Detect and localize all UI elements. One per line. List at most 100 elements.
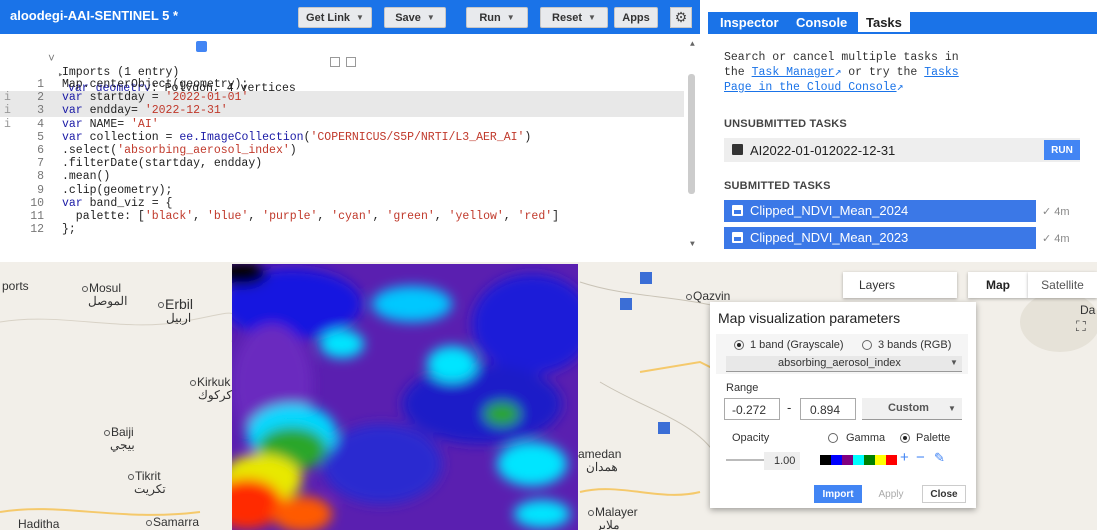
three-bands-radio[interactable] bbox=[862, 340, 872, 350]
city-name: Erbil bbox=[165, 296, 194, 312]
submitted-task-row[interactable]: Clipped_NDVI_Mean_2024 bbox=[724, 200, 1036, 222]
tasks-page-link-1[interactable]: Tasks bbox=[924, 66, 959, 79]
opacity-slider-value-box[interactable]: 1.00 bbox=[764, 452, 800, 470]
fullscreen-icon[interactable]: ⛶ bbox=[1076, 318, 1086, 335]
palette-color-swatch[interactable] bbox=[886, 455, 897, 465]
code-line[interactable]: 10 var band_viz = { bbox=[0, 197, 684, 210]
close-button[interactable]: Close bbox=[922, 485, 966, 503]
submitted-task-name: Clipped_NDVI_Mean_2024 bbox=[750, 203, 909, 218]
city-name-ar: بيجي bbox=[110, 438, 135, 452]
city-name: amedan bbox=[578, 447, 622, 461]
code-line[interactable]: 3 var endday= '2022-12-31' i bbox=[0, 104, 684, 118]
intro-text-1: Search or cancel multiple tasks in bbox=[724, 51, 959, 64]
code-line[interactable]: 7 .filterDate(startday, endday) bbox=[0, 157, 684, 170]
city-name: Malayer bbox=[595, 505, 638, 519]
get-link-label: Get Link bbox=[306, 11, 351, 24]
layers-button[interactable]: Layers bbox=[843, 272, 957, 298]
palette-color-swatch[interactable] bbox=[875, 455, 886, 465]
city-name: Samarra bbox=[153, 515, 200, 529]
gamma-radio[interactable] bbox=[828, 433, 838, 443]
reset-import-icon[interactable] bbox=[330, 57, 340, 67]
scroll-down-icon[interactable]: ▼ bbox=[690, 240, 695, 249]
dialog-title: Map visualization parameters bbox=[718, 310, 901, 326]
chevron-down-icon[interactable]: ▼ bbox=[356, 13, 364, 22]
opacity-slider-track[interactable] bbox=[726, 459, 766, 461]
chevron-down-icon[interactable]: ▼ bbox=[427, 13, 435, 22]
code-line[interactable]: 1 Map.centerObject(geometry); bbox=[0, 78, 684, 91]
code-text: palette: ['black', 'blue', 'purple', 'cy… bbox=[62, 210, 560, 223]
palette-swatches[interactable] bbox=[820, 455, 897, 465]
remove-color-icon[interactable]: − bbox=[916, 449, 925, 466]
task-time: ✓ 4m bbox=[1042, 205, 1070, 218]
delete-import-icon[interactable] bbox=[346, 57, 356, 67]
opacity-value: 1.00 bbox=[774, 455, 796, 467]
run-label: Run bbox=[479, 11, 501, 24]
submitted-task-name: Clipped_NDVI_Mean_2023 bbox=[750, 230, 909, 245]
tasks-page-link-2[interactable]: Page in the Cloud Console bbox=[724, 81, 897, 94]
code-line[interactable]: 8 .mean() bbox=[0, 170, 684, 183]
chevron-down-icon[interactable]: ▼ bbox=[507, 13, 515, 22]
save-button[interactable]: Save ▼ bbox=[384, 7, 446, 28]
reset-label: Reset bbox=[552, 11, 583, 24]
band-select[interactable]: absorbing_aerosol_index ▼ bbox=[726, 356, 962, 372]
task-manager-link[interactable]: Task Manager bbox=[752, 66, 835, 79]
map-type-map-button[interactable]: Map bbox=[968, 272, 1028, 298]
add-color-icon[interactable]: + bbox=[900, 449, 909, 466]
apps-button[interactable]: Apps bbox=[614, 7, 658, 28]
apply-button[interactable]: Apply bbox=[870, 485, 912, 503]
code-line[interactable]: 4 var NAME= 'AI' i bbox=[0, 118, 684, 131]
map-type-satellite-button[interactable]: Satellite bbox=[1028, 272, 1097, 298]
collapse-arrow-icon[interactable]: ˅ bbox=[48, 53, 55, 66]
range-label: Range bbox=[726, 382, 759, 394]
tab-inspector[interactable]: Inspector bbox=[720, 15, 779, 30]
lint-info-icon[interactable]: i bbox=[4, 91, 11, 104]
lint-info-icon[interactable]: i bbox=[4, 104, 11, 117]
palette-color-swatch[interactable] bbox=[864, 455, 875, 465]
map-canvas[interactable]: ports Mosul الموصل Erbil اربيل Kirkuk كركوك… bbox=[0, 262, 1097, 530]
edit-palette-icon[interactable]: ✎ bbox=[934, 450, 945, 466]
range-mode-select[interactable]: Custom ▼ bbox=[862, 398, 962, 420]
line-number: 8 bbox=[37, 170, 44, 184]
tab-tasks[interactable]: Tasks bbox=[858, 12, 910, 32]
imports-row[interactable]: ˅ Imports (1 entry) bbox=[0, 40, 207, 79]
import-geometry-row[interactable]: ▸ var geometry: Polygon, 4 vertices bbox=[0, 56, 356, 95]
run-button[interactable]: Run ▼ bbox=[466, 7, 528, 28]
code-line[interactable]: 11 palette: ['black', 'blue', 'purple', … bbox=[0, 210, 684, 223]
line-number: 7 bbox=[37, 157, 44, 171]
scroll-up-icon[interactable]: ▲ bbox=[690, 40, 695, 49]
range-separator: - bbox=[787, 400, 792, 415]
import-button[interactable]: Import bbox=[814, 485, 862, 503]
one-band-radio[interactable] bbox=[734, 340, 744, 350]
palette-color-swatch[interactable] bbox=[820, 455, 831, 465]
panel-tabs: Inspector Console Tasks bbox=[708, 12, 1097, 34]
map-label-ports: ports bbox=[2, 279, 29, 293]
code-line[interactable]: 5 var collection = ee.ImageCollection('CO… bbox=[0, 131, 684, 144]
lint-info-icon[interactable]: i bbox=[4, 118, 11, 131]
script-title[interactable]: aloodegi-AAI-SENTINEL 5 * bbox=[10, 8, 178, 23]
code-editor[interactable]: ˅ Imports (1 entry) ▸ var geometry: Poly… bbox=[0, 34, 700, 262]
range-max-input[interactable]: 0.894 bbox=[800, 398, 856, 420]
unsubmitted-task-row[interactable]: AI2022-01-012022-12-31 RUN bbox=[724, 138, 1080, 162]
range-mode-value: Custom bbox=[888, 402, 929, 414]
gear-icon[interactable]: ⚙ bbox=[670, 7, 692, 28]
code-line[interactable]: 12}; bbox=[0, 223, 684, 236]
reset-button[interactable]: Reset ▼ bbox=[540, 7, 608, 28]
code-line[interactable]: 9 .clip(geometry); bbox=[0, 184, 684, 197]
editor-header: aloodegi-AAI-SENTINEL 5 * Get Link ▼ Save… bbox=[0, 0, 700, 34]
map-label-malayer: Malayer ملاير bbox=[588, 506, 638, 530]
palette-color-swatch[interactable] bbox=[853, 455, 864, 465]
palette-color-swatch[interactable] bbox=[842, 455, 853, 465]
chevron-down-icon[interactable]: ▼ bbox=[588, 13, 596, 22]
code-line[interactable]: 6 .select('absorbing_aerosol_index') bbox=[0, 144, 684, 157]
submitted-task-row[interactable]: Clipped_NDVI_Mean_2023 bbox=[724, 227, 1036, 249]
run-task-button[interactable]: RUN bbox=[1044, 140, 1080, 160]
palette-radio[interactable] bbox=[900, 433, 910, 443]
code-line[interactable]: 2 var startday = '2022-01-01' i bbox=[0, 91, 684, 105]
tab-console[interactable]: Console bbox=[796, 15, 847, 30]
import-dialog-icon[interactable] bbox=[196, 41, 207, 52]
palette-color-swatch[interactable] bbox=[831, 455, 842, 465]
editor-scrollbar[interactable] bbox=[688, 74, 695, 194]
range-min-input[interactable]: -0.272 bbox=[724, 398, 780, 420]
aerosol-index-layer bbox=[232, 264, 578, 530]
get-link-button[interactable]: Get Link ▼ bbox=[298, 7, 372, 28]
